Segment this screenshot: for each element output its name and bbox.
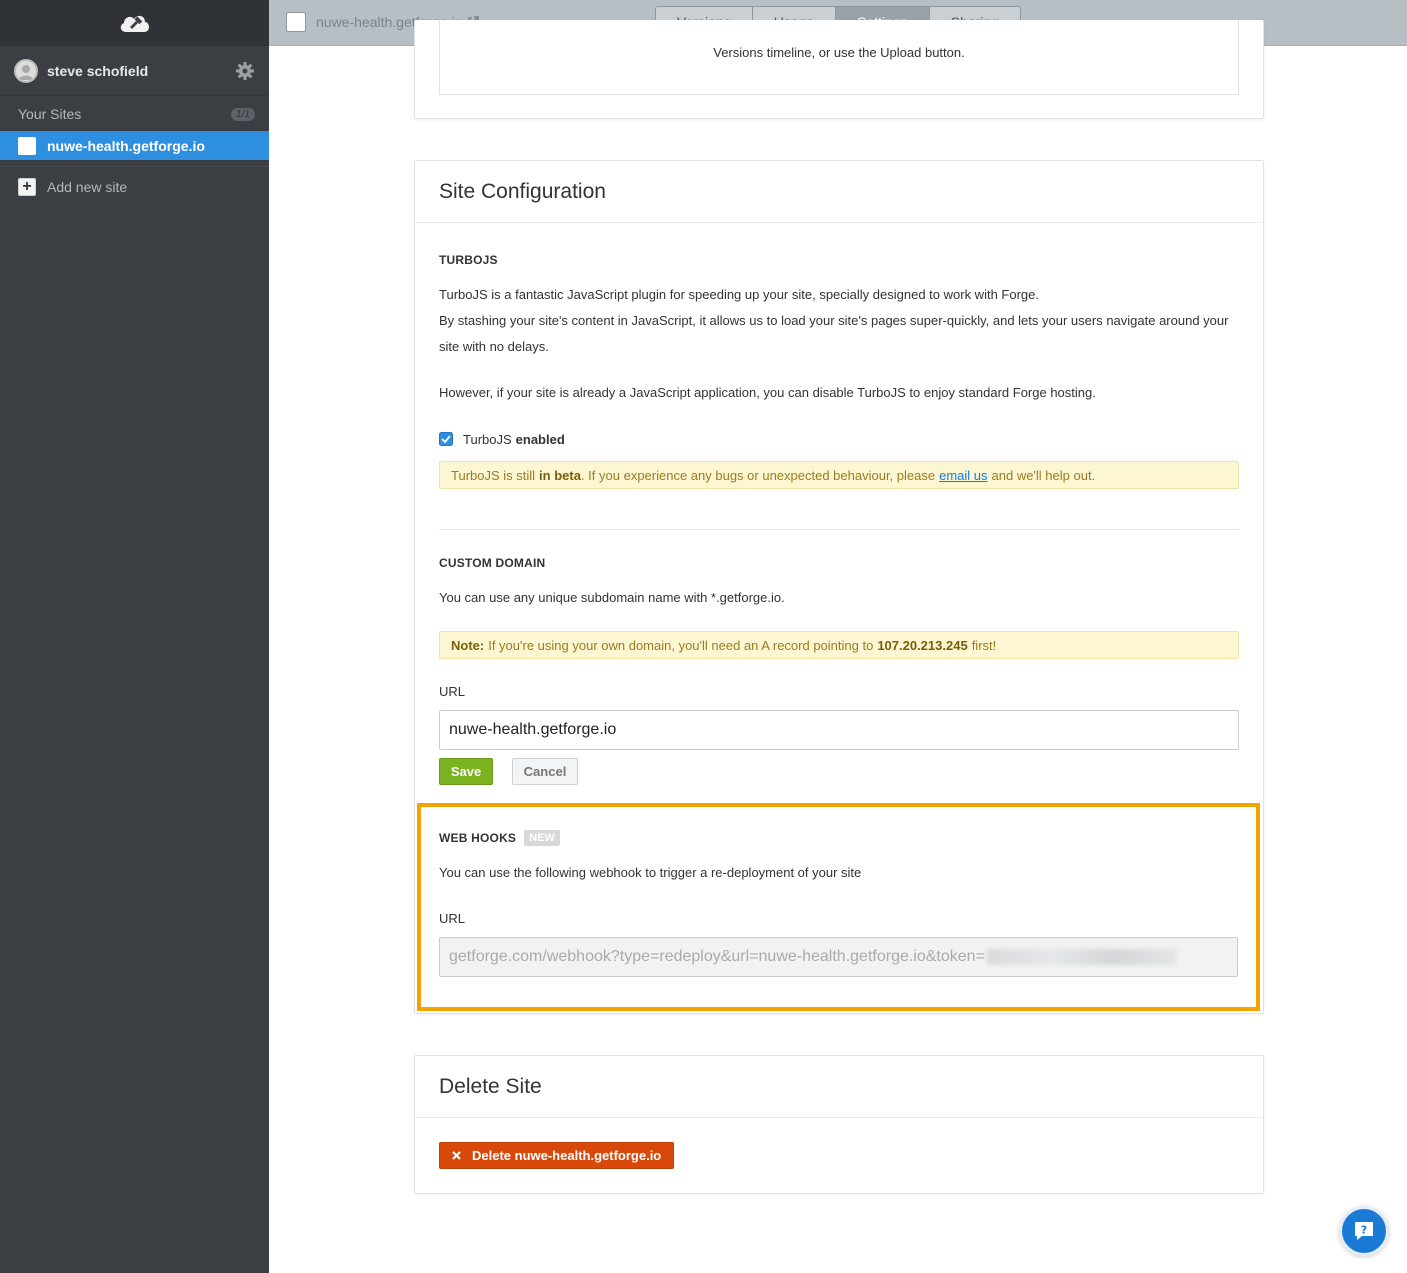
section-divider	[439, 529, 1239, 530]
delete-site-button[interactable]: Delete nuwe-health.getforge.io	[439, 1142, 675, 1169]
turbojs-checkbox-label: TurboJS	[463, 431, 512, 447]
turbojs-beta-notice: TurboJS is still in beta . If you experi…	[439, 461, 1239, 489]
site-configuration-card: Site Configuration TURBOJS TurboJS is a …	[414, 160, 1264, 1014]
delete-button-label: Delete nuwe-health.getforge.io	[472, 1148, 662, 1163]
note-text: If you're using your own domain, you'll …	[488, 637, 874, 653]
versions-hint-text: Versions timeline, or use the Upload but…	[713, 45, 965, 60]
webhooks-heading-row: WEB HOOKS NEW	[439, 830, 1238, 846]
svg-text:?: ?	[1361, 1224, 1367, 1237]
logo[interactable]	[0, 0, 269, 46]
a-record-note: Note: If you're using your own domain, y…	[439, 631, 1239, 659]
turbojs-description-1: TurboJS is a fantastic JavaScript plugin…	[439, 287, 1039, 302]
user-avatar-icon	[19, 64, 33, 80]
your-sites-label: Your Sites	[18, 106, 82, 122]
note-end: first!	[971, 637, 997, 653]
beta-notice-bold: in beta	[539, 467, 581, 483]
avatar[interactable]	[14, 58, 38, 83]
domain-url-input[interactable]: nuwe-health.getforge.io	[439, 710, 1239, 750]
upload-dropzone[interactable]: Versions timeline, or use the Upload but…	[439, 20, 1239, 95]
beta-notice-post: and we'll help out.	[991, 467, 1096, 483]
site-configuration-title: Site Configuration	[415, 161, 1263, 223]
cloud-forge-icon	[120, 15, 149, 32]
your-sites-header: Your Sites 1/1	[0, 97, 269, 131]
webhook-url-label: URL	[439, 911, 466, 926]
domain-actions: Save Cancel	[439, 758, 1239, 785]
sites-count-badge: 1/1	[231, 107, 255, 121]
checkbox-checked-icon[interactable]	[439, 432, 453, 446]
turbojs-toggle[interactable]: TurboJS enabled	[439, 426, 1239, 452]
webhook-url-field[interactable]: getforge.com/webhook?type=redeploy&url=n…	[439, 937, 1238, 977]
help-chat-button[interactable]: ?	[1339, 1206, 1389, 1256]
add-new-site-button[interactable]: + Add new site	[0, 167, 269, 207]
beta-notice-mid: . If you experience any bugs or unexpect…	[580, 467, 936, 483]
blurred-token	[986, 949, 1177, 965]
sidebar: steve schofield Your Sites 1/1 nuwe-heal…	[0, 0, 269, 1273]
site-thumbnail	[18, 136, 36, 155]
user-name: steve schofield	[47, 62, 149, 79]
site-select-checkbox[interactable]	[286, 12, 306, 32]
sidebar-site-label: nuwe-health.getforge.io	[47, 137, 205, 154]
domain-url-value: nuwe-health.getforge.io	[449, 721, 617, 738]
add-site-label: Add new site	[47, 179, 128, 195]
chat-question-icon: ?	[1355, 1222, 1373, 1240]
new-badge: NEW	[524, 830, 560, 846]
note-ip: 107.20.213.245	[877, 637, 968, 653]
sidebar-item-site[interactable]: nuwe-health.getforge.io	[0, 131, 269, 160]
note-label: Note:	[451, 637, 485, 653]
turbojs-description-2: By stashing your site's content in JavaS…	[439, 313, 1229, 354]
beta-notice-pre: TurboJS is still	[451, 467, 536, 483]
domain-url-label: URL	[439, 684, 466, 699]
custom-domain-description: You can use any unique subdomain name wi…	[439, 590, 785, 605]
versions-card: Versions timeline, or use the Upload but…	[414, 20, 1264, 119]
webhooks-highlight: WEB HOOKS NEW You can use the following …	[417, 803, 1260, 1011]
close-icon	[452, 1151, 461, 1160]
webhook-url-value: getforge.com/webhook?type=redeploy&url=n…	[449, 948, 985, 965]
delete-site-title: Delete Site	[415, 1056, 1263, 1118]
plus-icon: +	[18, 178, 36, 196]
save-button[interactable]: Save	[439, 758, 493, 785]
webhooks-description: You can use the following webhook to tri…	[439, 865, 862, 880]
delete-site-card: Delete Site Delete nuwe-health.getforge.…	[414, 1055, 1264, 1194]
custom-domain-heading: CUSTOM DOMAIN	[439, 556, 546, 570]
cancel-button[interactable]: Cancel	[512, 758, 578, 785]
gear-icon[interactable]	[235, 61, 255, 81]
turbojs-description-3: However, if your site is already a JavaS…	[439, 385, 1096, 400]
email-us-link[interactable]: email us	[939, 468, 987, 483]
webhooks-heading: WEB HOOKS	[439, 831, 517, 845]
turbojs-heading: TURBOJS	[439, 253, 498, 267]
turbojs-checkbox-state: enabled	[515, 431, 565, 447]
user-row: steve schofield	[0, 46, 269, 96]
